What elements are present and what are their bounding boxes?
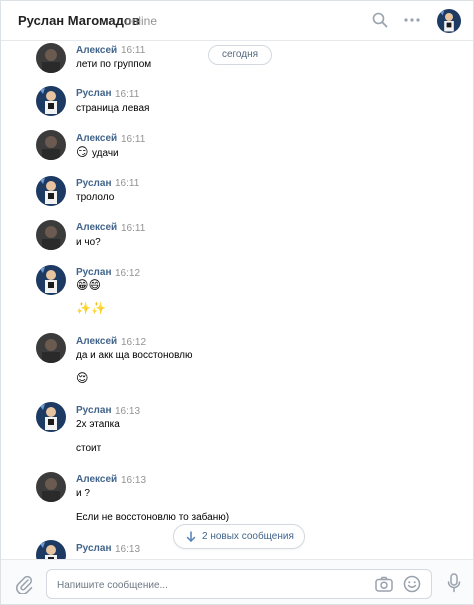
message-author[interactable]: Руслан — [76, 178, 112, 189]
message-input[interactable] — [57, 576, 357, 594]
message-time: 16:11 — [121, 223, 146, 234]
message-text: страница левая — [76, 103, 150, 114]
camera-icon[interactable] — [375, 576, 393, 592]
message-text: трололо — [76, 192, 115, 203]
message-composer — [1, 559, 473, 604]
chat-header: Руслан Магомадов online — [1, 1, 473, 41]
message-author[interactable]: Алексей — [76, 474, 117, 485]
avatar-aleksey[interactable] — [36, 130, 66, 160]
message-time: 16:11 — [115, 178, 140, 189]
smile-icon[interactable] — [403, 575, 421, 593]
message-time: 16:11 — [115, 89, 140, 100]
message-text: и чо? — [76, 237, 101, 248]
message-time: 16:12 — [121, 337, 147, 348]
sparkles-emoji: ✨✨ — [76, 301, 106, 315]
avatar-aleksey[interactable] — [36, 220, 66, 250]
contact-avatar[interactable] — [437, 9, 461, 33]
message-author[interactable]: Руслан — [76, 88, 112, 99]
message-time: 16:13 — [115, 406, 141, 417]
search-icon[interactable] — [372, 12, 388, 28]
date-separator: сегодня — [208, 45, 272, 65]
message-text: удачи — [92, 148, 119, 159]
paperclip-icon[interactable] — [15, 574, 33, 594]
message-author[interactable]: Алексей — [76, 45, 117, 56]
avatar-ruslan[interactable] — [36, 402, 66, 432]
new-messages-button[interactable]: 2 новых сообщения — [173, 524, 305, 549]
relieved-emoji: 😌 — [76, 371, 89, 385]
avatar-aleksey[interactable] — [36, 333, 66, 363]
new-messages-label: 2 новых сообщения — [202, 531, 294, 542]
avatar-aleksey[interactable] — [36, 43, 66, 73]
microphone-icon[interactable] — [447, 573, 461, 593]
message-text: стоит — [76, 443, 102, 454]
message-list[interactable]: сегодня Алексей 16:11 лети по группом Ру… — [1, 41, 473, 559]
avatar-ruslan[interactable] — [36, 176, 66, 206]
avatar-ruslan[interactable] — [36, 540, 66, 559]
message-input-box[interactable] — [46, 569, 432, 599]
avatar-ruslan[interactable] — [36, 86, 66, 116]
message-author[interactable]: Алексей — [76, 133, 117, 144]
message-text: Если не восстоновлю то забаню) — [76, 512, 230, 523]
message-time: 16:12 — [115, 268, 141, 279]
message-time: 16:13 — [115, 544, 141, 555]
message-time: 16:11 — [121, 134, 146, 145]
avatar-aleksey[interactable] — [36, 472, 66, 502]
message-author[interactable]: Руслан — [76, 405, 112, 416]
smirk-emoji: 😏 — [76, 145, 89, 159]
message-text: 2х этапка — [76, 419, 120, 430]
message-author[interactable]: Руслан — [76, 267, 112, 278]
contact-status: online — [125, 14, 158, 28]
message-author[interactable]: Алексей — [76, 336, 117, 347]
message-author[interactable]: Алексей — [76, 222, 117, 233]
message-time: 16:13 — [121, 475, 147, 486]
message-text: да и акк ща восстоновлю — [76, 350, 193, 361]
chat-window: Руслан Магомадов online сегодня Алексей … — [0, 0, 474, 605]
arrow-down-icon — [186, 531, 196, 542]
message-text: лети по группом — [76, 59, 152, 70]
message-author[interactable]: Руслан — [76, 543, 112, 554]
contact-name[interactable]: Руслан Магомадов — [18, 13, 140, 28]
avatar-ruslan[interactable] — [36, 265, 66, 295]
grin-emoji: 😁😄 — [76, 278, 102, 292]
message-text: и ? — [76, 488, 90, 499]
message-time: 16:11 — [121, 45, 146, 56]
more-icon[interactable] — [403, 12, 421, 28]
